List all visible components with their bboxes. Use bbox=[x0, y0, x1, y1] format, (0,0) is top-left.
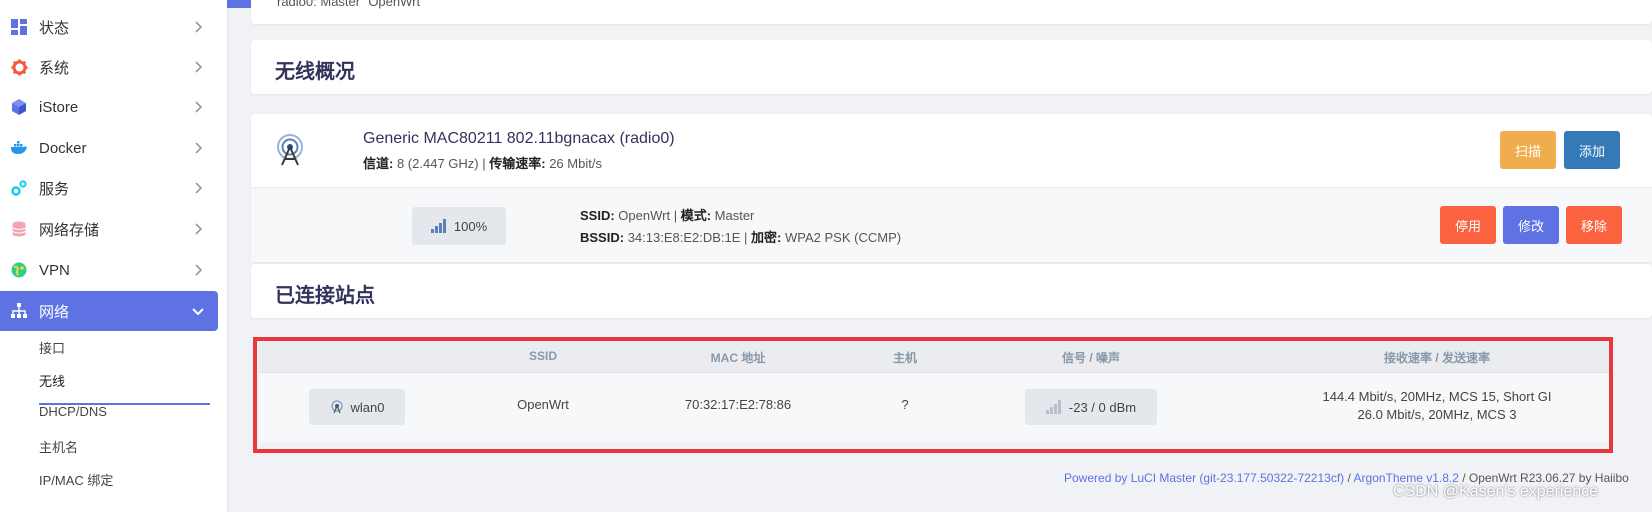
network-info: SSID: OpenWrt | 模式: Master BSSID: 34:13:… bbox=[580, 208, 902, 245]
sidebar-item-label: iStore bbox=[39, 98, 79, 116]
chevron-right-icon bbox=[195, 182, 203, 194]
sidebar-sub-wireless[interactable]: 无线 bbox=[39, 371, 65, 390]
sidebar-item-docker[interactable]: Docker bbox=[0, 128, 218, 168]
ssid-value: OpenWrt bbox=[618, 208, 671, 223]
gear-icon bbox=[10, 58, 28, 76]
ssid-label: SSID: bbox=[580, 208, 615, 223]
docker-whale-icon bbox=[10, 139, 28, 157]
encryption-value: WPA2 PSK (CCMP) bbox=[785, 230, 902, 245]
highlight-box bbox=[253, 337, 1613, 453]
remove-button[interactable]: 移除 bbox=[1566, 206, 1622, 244]
mode-label: 模式: bbox=[680, 208, 712, 223]
sidebar-item-label: 网络 bbox=[39, 303, 70, 321]
network-tree-icon bbox=[10, 302, 28, 320]
wireless-radio-icon bbox=[277, 134, 303, 166]
sidebar-item-network[interactable]: 网络 bbox=[0, 291, 218, 331]
radio-name: Generic MAC80211 802.11bgnacax (radio0) bbox=[363, 130, 675, 147]
edit-button[interactable]: 修改 bbox=[1503, 206, 1559, 244]
chevron-right-icon bbox=[195, 101, 203, 113]
sidebar-sub-ip-mac-binding[interactable]: IP/MAC 绑定 bbox=[39, 470, 113, 489]
channel-value: 8 (2.447 GHz) bbox=[396, 156, 479, 171]
channel-label: 信道: bbox=[363, 156, 394, 171]
stations-header bbox=[251, 264, 1652, 318]
mode-value: Master bbox=[714, 208, 755, 223]
previous-card bbox=[251, 0, 1652, 24]
chevron-right-icon bbox=[195, 223, 203, 235]
signal-bars-icon bbox=[430, 219, 446, 233]
globe-icon bbox=[10, 261, 28, 279]
sidebar-sub-hostnames[interactable]: 主机名 bbox=[39, 437, 78, 456]
disable-button[interactable]: 停用 bbox=[1440, 206, 1496, 244]
encryption-label: 加密: bbox=[751, 230, 782, 245]
sidebar-item-label: 状态 bbox=[39, 19, 70, 37]
sidebar: 状态 系统 iStore Docker 服务 网络存储 VPN 网络 接口 无线… bbox=[0, 0, 227, 512]
services-icon bbox=[10, 179, 28, 197]
sidebar-item-label: 服务 bbox=[39, 180, 70, 198]
signal-strength-badge: 100% bbox=[412, 207, 506, 245]
sidebar-item-vpn[interactable]: VPN bbox=[0, 250, 218, 290]
sidebar-sub-dhcp-dns[interactable]: DHCP/DNS bbox=[39, 404, 107, 419]
add-button[interactable]: 添加 bbox=[1564, 131, 1620, 169]
sidebar-item-label: Docker bbox=[39, 139, 87, 157]
previous-card-text: radio0: Master "OpenWrt" bbox=[277, 0, 425, 9]
sidebar-item-label: VPN bbox=[39, 261, 70, 279]
wireless-overview-header bbox=[251, 40, 1652, 94]
sidebar-item-system[interactable]: 系统 bbox=[0, 47, 218, 87]
rate-value: 26 Mbit/s bbox=[549, 156, 602, 171]
radio-info: 信道: 8 (2.447 GHz) | 传输速率: 26 Mbit/s bbox=[363, 156, 602, 171]
sidebar-item-nas[interactable]: 网络存储 bbox=[0, 209, 218, 249]
stations-title: 已连接站点 bbox=[275, 285, 375, 307]
luci-link[interactable]: Powered by LuCI Master (git-23.177.50322… bbox=[1064, 471, 1344, 485]
signal-percent: 100% bbox=[453, 218, 488, 234]
chevron-right-icon bbox=[195, 142, 203, 154]
database-icon bbox=[10, 220, 28, 238]
sidebar-item-istore[interactable]: iStore bbox=[0, 87, 218, 127]
scan-button[interactable]: 扫描 bbox=[1500, 131, 1556, 169]
rate-label: 传输速率: bbox=[489, 156, 546, 171]
page-title: 无线概况 bbox=[275, 61, 355, 83]
sidebar-item-label: 系统 bbox=[39, 59, 70, 77]
chevron-right-icon bbox=[195, 21, 203, 33]
chevron-down-icon bbox=[192, 308, 204, 316]
bssid-label: BSSID: bbox=[580, 230, 625, 245]
watermark: CSDN @Kasen's experience bbox=[1393, 483, 1599, 500]
sidebar-item-label: 网络存储 bbox=[39, 221, 100, 239]
header-accent-bar bbox=[227, 0, 251, 8]
sidebar-item-status[interactable]: 状态 bbox=[0, 7, 218, 47]
cube-icon bbox=[10, 98, 28, 116]
chevron-right-icon bbox=[195, 264, 203, 276]
footer-sep: / bbox=[1344, 471, 1354, 485]
bssid-value: 34:13:E8:E2:DB:1E bbox=[627, 230, 741, 245]
sidebar-sub-interfaces[interactable]: 接口 bbox=[39, 338, 65, 357]
dashboard-icon bbox=[10, 18, 28, 36]
chevron-right-icon bbox=[195, 61, 203, 73]
sidebar-item-services[interactable]: 服务 bbox=[0, 168, 218, 208]
